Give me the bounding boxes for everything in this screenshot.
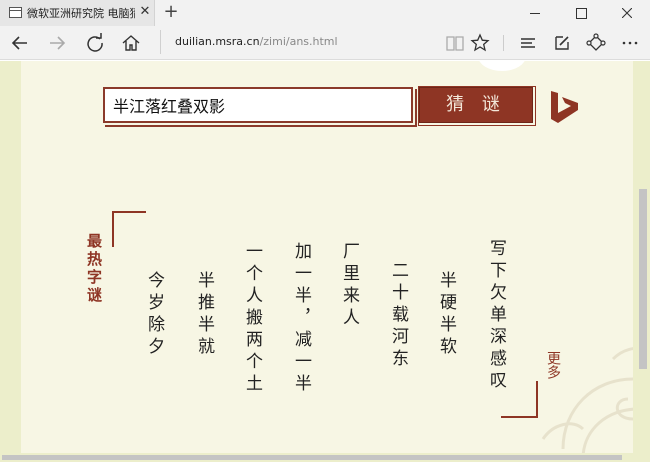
new-tab-button[interactable]: + [162,2,180,22]
guess-button[interactable]: 猜 谜 [418,86,536,126]
riddle-item[interactable]: 一个人搬两个土 [240,242,264,402]
browser-tab[interactable]: 微软亚洲研究院 电脑猜字谜 ✕ [0,0,155,26]
decorative-cloud-ornament [541,347,633,453]
web-note-button[interactable] [550,31,574,55]
url-host: duilian.msra.cn [175,35,260,48]
bing-logo-icon[interactable] [547,89,583,125]
favorite-button[interactable] [468,31,492,55]
frame-corner-top-left [112,211,146,247]
tab-title: 微软亚洲研究院 电脑猜字谜 [27,7,135,20]
back-icon [11,36,27,50]
refresh-button[interactable] [83,31,107,55]
horizontal-scrollbar[interactable] [0,453,636,462]
riddle-item[interactable]: 半硬半软 [434,271,458,371]
refresh-icon [87,33,103,52]
riddle-search-box [103,87,417,127]
minimize-button[interactable] [512,0,558,26]
riddle-item[interactable]: 二十载河东 [386,261,410,391]
hub-icon [521,38,535,48]
address-field[interactable]: duilian.msra.cn/zimi/ans.html [160,30,430,54]
riddle-item[interactable]: 今岁除夕 [142,271,166,371]
riddle-item[interactable]: 半推半就 [192,271,216,371]
share-button[interactable] [584,31,608,55]
decorative-bubble [478,61,526,71]
back-button[interactable] [8,31,32,55]
home-button[interactable] [119,31,143,55]
reading-view-icon [446,36,464,51]
title-bar: 微软亚洲研究院 电脑猜字谜 ✕ + [0,0,650,26]
share-icon [586,33,606,51]
web-note-icon [555,36,569,50]
page-content: 猜 谜 最热字谜 今岁除夕 半推半就 一个人搬两个土 加一半，减一半 厂里来人 … [21,61,633,453]
home-icon [122,35,140,51]
horizontal-scroll-thumb[interactable] [2,455,622,460]
vertical-scroll-thumb[interactable] [639,189,647,369]
forward-button[interactable] [45,31,69,55]
more-button[interactable] [618,31,642,55]
riddle-item[interactable]: 加一半，减一半 [289,242,313,402]
hub-button[interactable] [516,31,540,55]
vertical-scrollbar[interactable] [636,61,650,453]
close-icon [622,8,632,18]
riddle-search-input[interactable] [105,89,411,121]
tab-close-button[interactable]: ✕ [138,3,152,21]
more-riddles-link[interactable]: 更多 [545,351,563,391]
maximize-button[interactable] [558,0,604,26]
url-path: /zimi/ans.html [259,35,338,48]
close-window-button[interactable] [604,0,650,26]
frame-corner-bottom-right [501,381,538,418]
hot-riddles-title: 最热字谜 [85,233,103,305]
favorite-star-icon [470,33,490,52]
page-icon [9,7,22,18]
reading-view-button[interactable] [443,31,467,55]
riddle-item[interactable]: 厂里来人 [337,242,361,352]
more-icon [622,41,638,45]
page-viewport: 猜 谜 最热字谜 今岁除夕 半推半就 一个人搬两个土 加一半，减一半 厂里来人 … [0,61,650,462]
address-bar-row: duilian.msra.cn/zimi/ans.html [0,26,650,60]
forward-icon [50,36,66,50]
toolbar-separator [503,35,504,51]
